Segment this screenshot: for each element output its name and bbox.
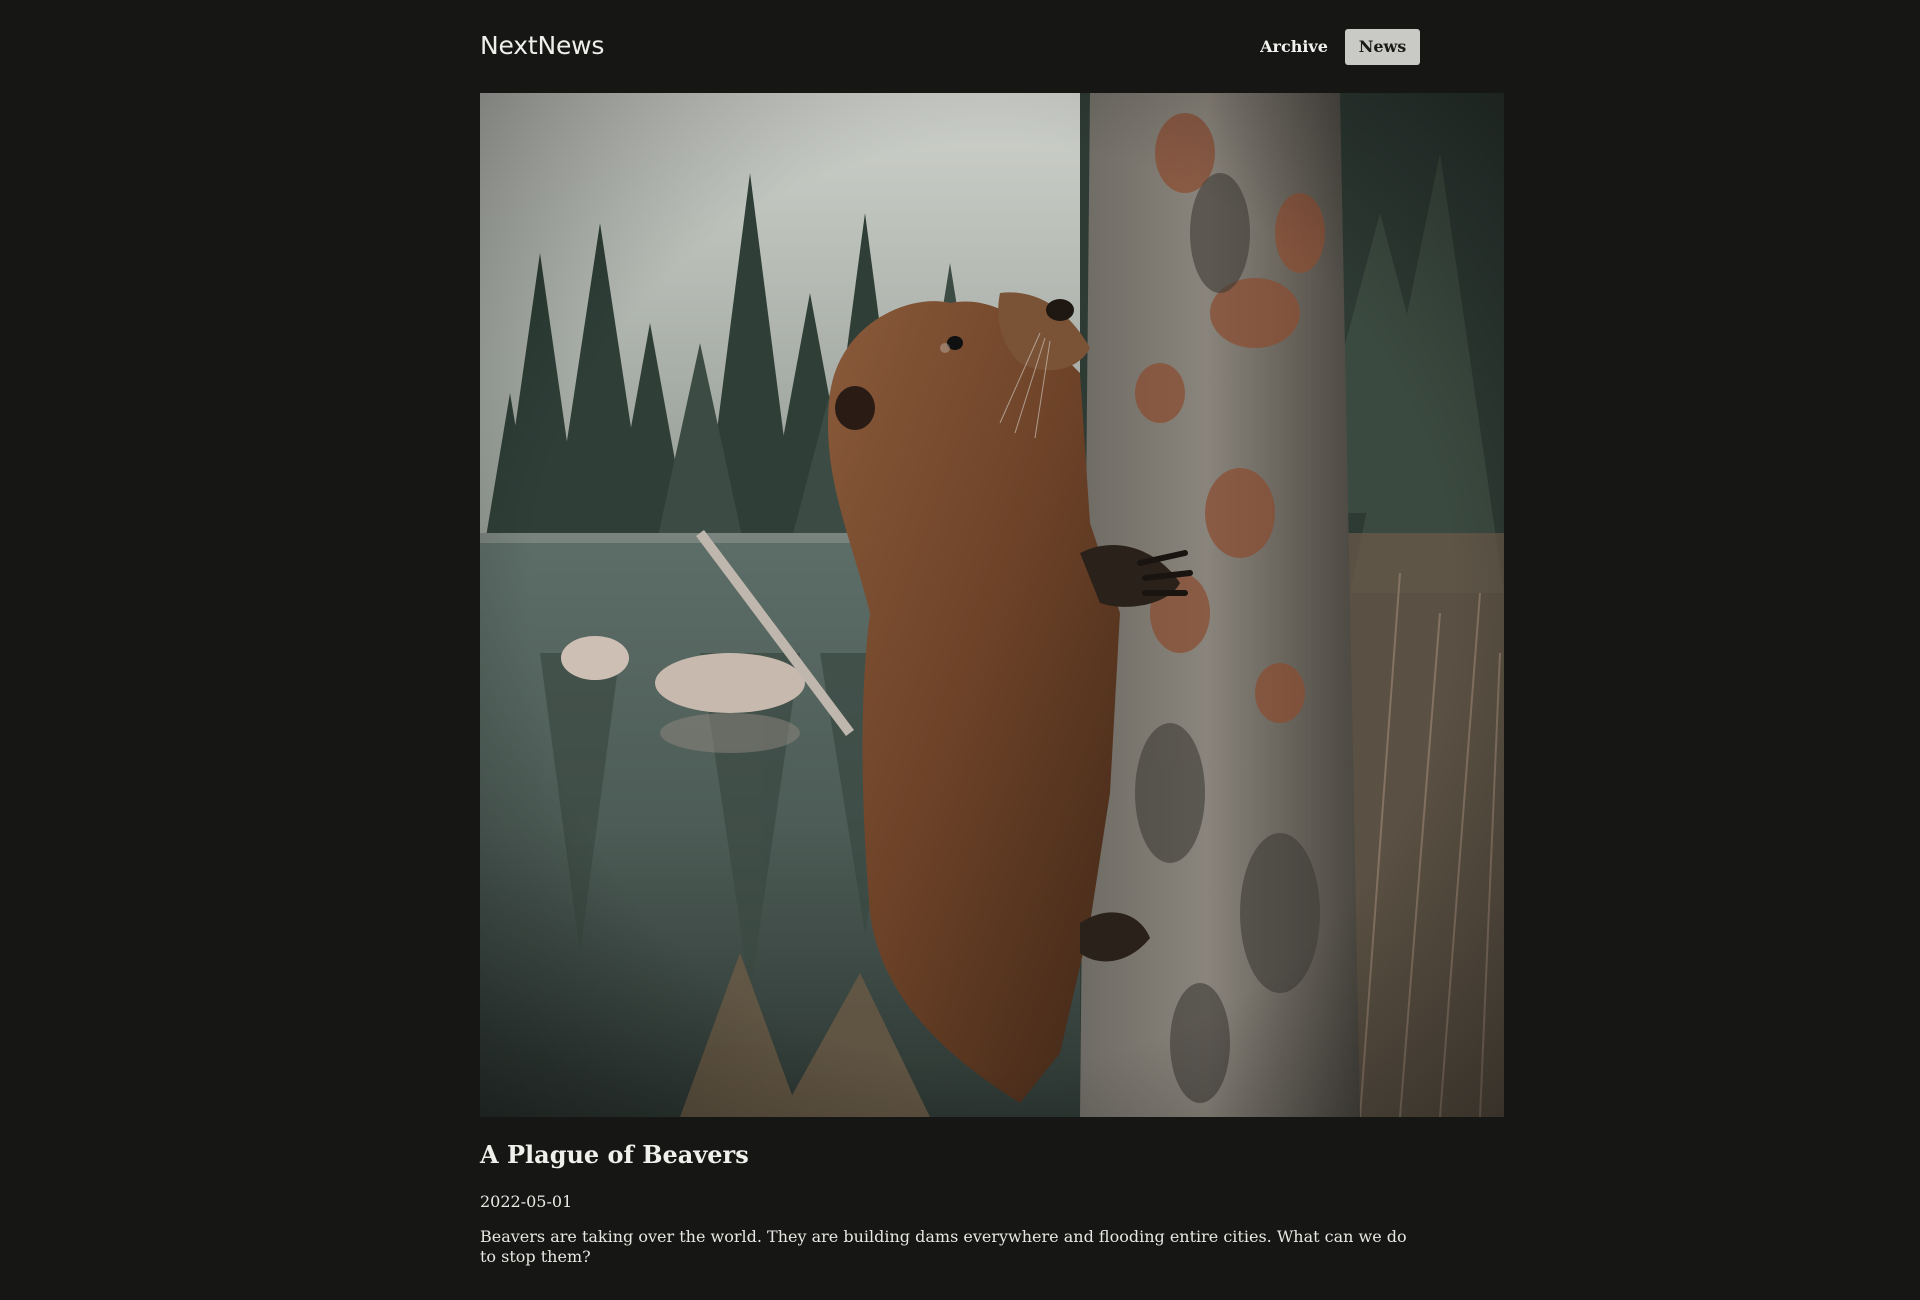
article-summary: Beavers are taking over the world. They … <box>480 1227 1407 1266</box>
nav-news-link[interactable]: News <box>1345 29 1420 65</box>
article-title: A Plague of Beavers <box>480 1140 749 1169</box>
article-date: 2022-05-01 <box>480 1192 573 1211</box>
article-hero-image <box>480 93 1504 1117</box>
site-logo[interactable]: NextNews <box>480 30 604 62</box>
main-nav: Archive News <box>1244 29 1420 65</box>
site-header: NextNews Archive News <box>480 0 1504 93</box>
beaver-photo <box>480 93 1504 1117</box>
nav-archive-link[interactable]: Archive <box>1244 29 1344 65</box>
